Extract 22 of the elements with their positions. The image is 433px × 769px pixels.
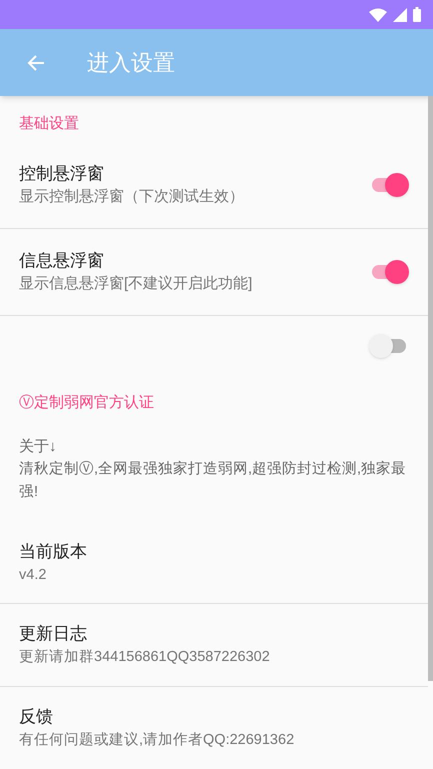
preference-summary: 显示信息悬浮窗[不建议开启此功能] [19, 274, 254, 294]
category-title: Ⓥ定制弱网官方认证 [19, 394, 154, 412]
preference-summary: v4.2 [19, 566, 48, 585]
preference-summary: 有任何问题或建议,请加作者QQ:22691362 [19, 730, 296, 750]
about-title: 关于↓ [19, 437, 58, 458]
preference-item[interactable]: 反馈 有任何问题或建议,请加作者QQ:22691362 [0, 686, 428, 769]
preference-title: 控制悬浮窗 [19, 163, 105, 186]
preference-title: 信息悬浮窗 [19, 250, 105, 272]
switch-preference[interactable]: 信息悬浮窗 显示信息悬浮窗[不建议开启此功能] [0, 229, 428, 316]
battery-icon [413, 7, 421, 22]
preference-title: 当前版本 [19, 540, 88, 563]
preference-summary: 显示控制悬浮窗（下次测试生效） [19, 187, 245, 208]
signal-icon [393, 8, 407, 22]
wifi-icon [369, 8, 387, 22]
app-bar-title: 进入设置 [87, 49, 175, 77]
back-arrow-icon [27, 54, 45, 72]
preference-title: 更新日志 [19, 623, 88, 646]
preference-title: 反馈 [19, 706, 54, 728]
preference-summary: 更新请加群344156861QQ3587226302 [19, 648, 271, 668]
about-text: 清秋定制Ⓥ,全网最强独家打造弱网,超强防封过检测,独家最强! [19, 460, 408, 502]
switch-preference[interactable]: 控制悬浮窗 显示控制悬浮窗（下次测试生效） [0, 142, 428, 230]
category-title: 基础设置 [19, 115, 79, 132]
